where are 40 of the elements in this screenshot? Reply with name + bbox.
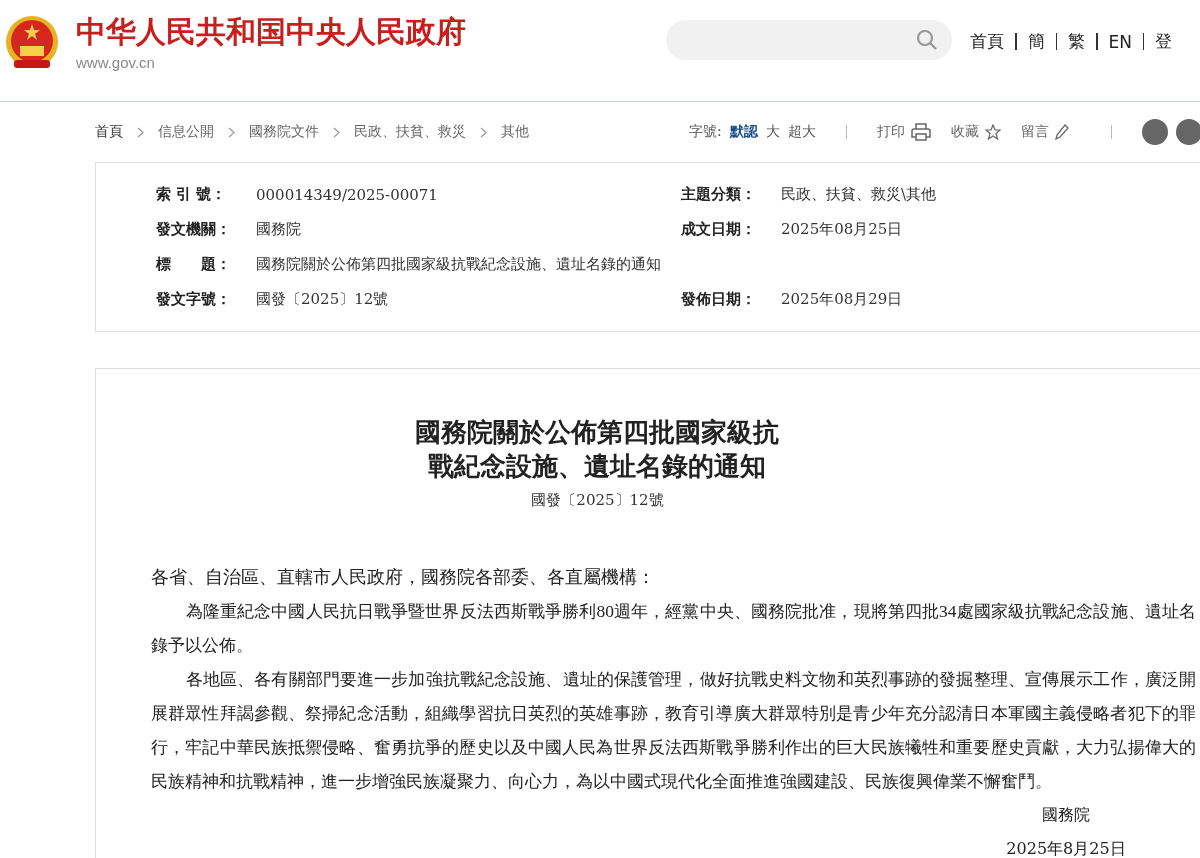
field-value: 國務院關於公佈第四批國家級抗戰紀念設施、遺址名錄的通知	[256, 255, 662, 274]
field-label: 成文日期：	[681, 220, 757, 239]
font-size-label: 字號:	[689, 123, 722, 141]
breadcrumb-link[interactable]: 民政、扶貧、救災	[354, 123, 466, 141]
paragraph: 各地區、各有關部門要進一步加強抗戰紀念設施、遺址的保護管理，做好抗戰史料文物和英烈事跡的發掘整理、宣傳展示工作，廣泛開展群眾性拜謁參觀、祭掃紀念活動，組織學習抗日英烈的英雄事跡，教育引導廣大群眾特別是青少年充分認清日本軍國主義侵略者犯下的罪行，牢記中華民族抵禦侵略、奮勇抗爭的歷史以及中國人民為世界反法西斯戰爭勝利作出的巨大民族犧牲和重要歷史貢獻，大力弘揚偉大的民族精神和抗戰精神，進一步增強民族凝聚力、向心力，為以中國式現代化全面推進強國建設、民族復興偉業不懈奮鬥。	[151, 668, 1196, 793]
field-value: 國發〔2025〕12號	[256, 290, 390, 309]
breadcrumb-link[interactable]: 信息公開	[158, 123, 214, 141]
document-number: 國發〔2025〕12號	[530, 491, 665, 510]
toolbar-link[interactable]: 打印	[876, 123, 931, 141]
field-label: 發佈日期：	[681, 290, 757, 309]
document-date: 2025年8月25日	[1006, 838, 1126, 858]
nav-link[interactable]: EN	[1108, 31, 1132, 52]
toolbar-link[interactable]: 收藏	[950, 123, 1001, 141]
field-value: 2025年08月29日	[781, 290, 904, 309]
paragraph: 為隆重紀念中國人民抗日戰爭暨世界反法西斯戰爭勝利80週年，經黨中央、國務院批准，現將第四批34處國家級抗戰紀念設施、遺址名錄予以公佈。	[151, 600, 1196, 657]
field-label: 主題分類：	[681, 185, 757, 204]
nav-link[interactable]: 首頁	[970, 30, 1004, 53]
field-label: 發文機關：	[156, 220, 232, 239]
field-label: 標 題：	[156, 255, 232, 274]
font-size-option[interactable]: 大	[765, 123, 780, 141]
nav-link[interactable]: 簡	[1027, 30, 1045, 53]
nav-link[interactable]: 登	[1155, 30, 1173, 53]
breadcrumb-link[interactable]: 其他	[501, 123, 529, 141]
field-label: 索 引 號：	[156, 185, 228, 204]
field-value: 000014349/2025-00071	[256, 185, 439, 204]
field-value: 2025年08月25日	[781, 220, 904, 239]
signature: 國務院	[1042, 804, 1090, 826]
field-value: 民政、扶貧、救災\其他	[781, 185, 938, 204]
breadcrumb-link[interactable]: 國務院文件	[249, 123, 319, 141]
breadcrumb-link[interactable]: 首頁	[95, 123, 123, 141]
font-size-option[interactable]: 超大	[787, 123, 816, 141]
addressee: 各省、自治區、直轄市人民政府，國務院各部委、各直屬機構：	[151, 566, 656, 589]
font-size-option[interactable]: 默認	[729, 123, 758, 141]
toolbar-link[interactable]: 留言	[1020, 123, 1069, 141]
field-value: 國務院	[256, 220, 302, 239]
site-url: www.gov.cn	[76, 54, 156, 71]
document-title: 國務院關於公佈第四批國家級抗戰紀念設施、遺址名錄的通知	[414, 416, 781, 483]
nav-link[interactable]: 繁	[1068, 30, 1085, 53]
field-label: 發文字號：	[156, 290, 232, 309]
site-title[interactable]: 中华人民共和国中央人民政府	[76, 14, 666, 50]
